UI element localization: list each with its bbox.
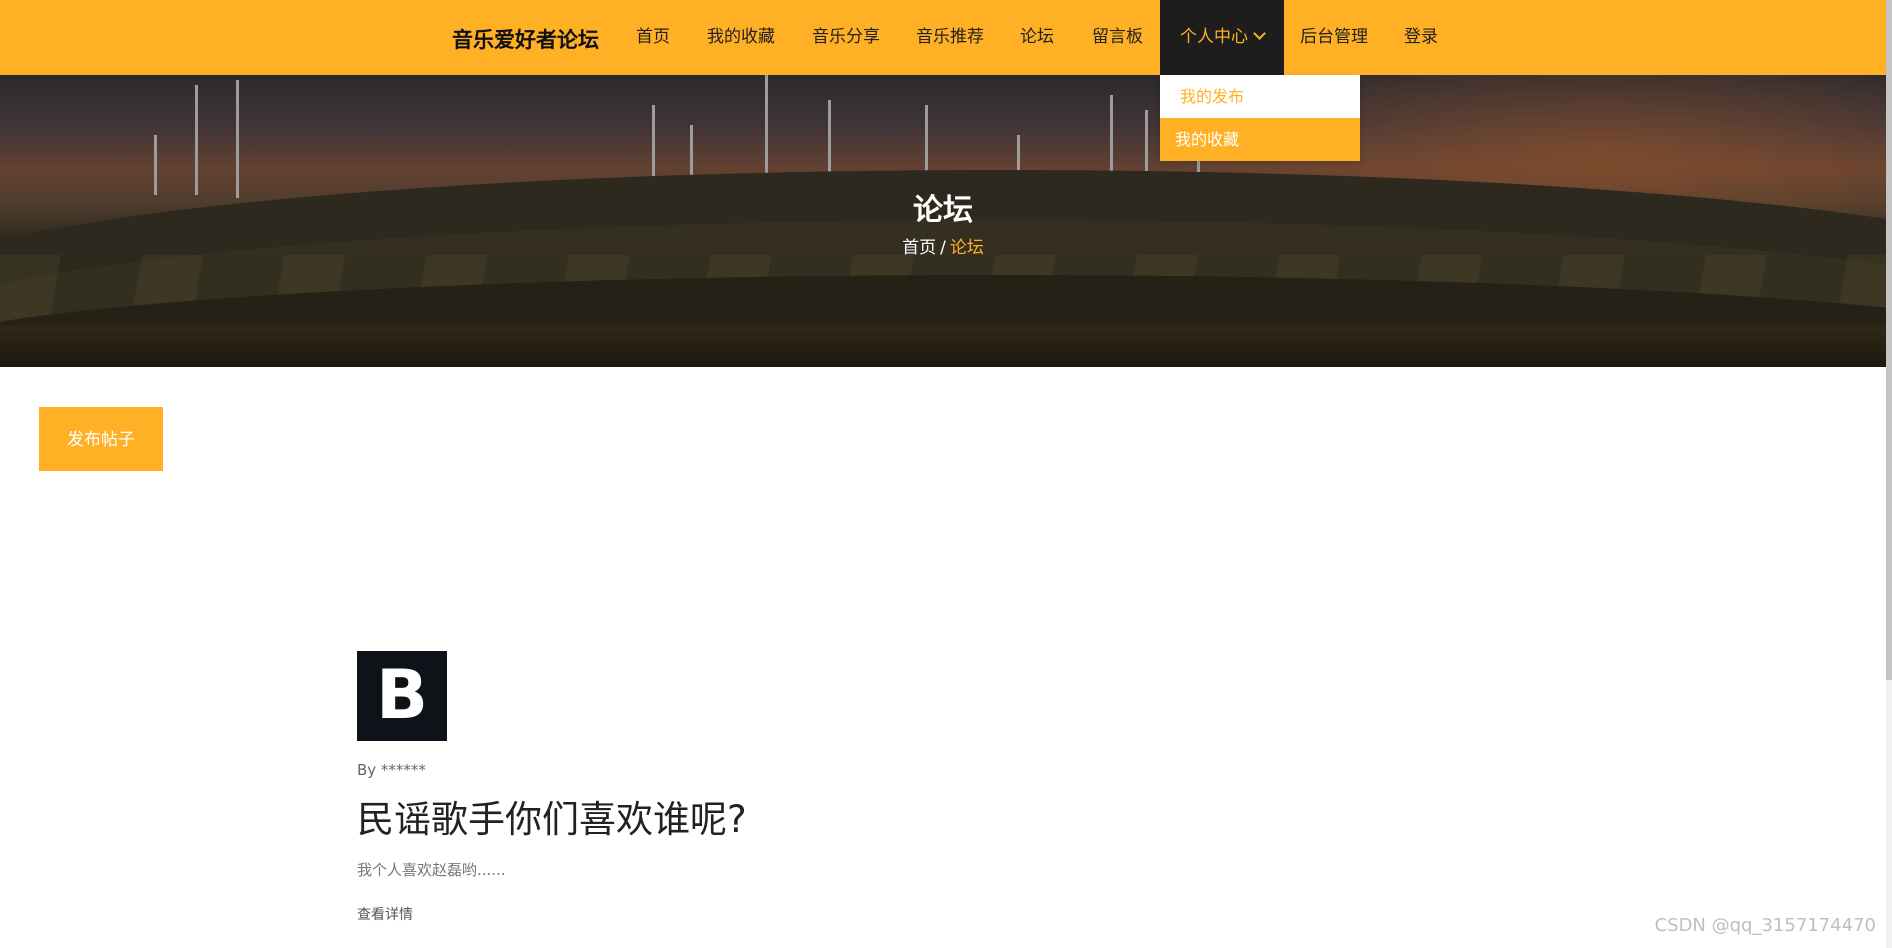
post-thumbnail[interactable]: B — [357, 651, 447, 741]
post-title[interactable]: 民谣歌手你们喜欢谁呢? — [357, 789, 1257, 843]
nav-item-home[interactable]: 首页 — [636, 0, 670, 75]
publish-post-button[interactable]: 发布帖子 — [39, 407, 163, 471]
csdn-watermark: CSDN @qq_3157174470 — [1654, 915, 1876, 936]
nav-item-admin[interactable]: 后台管理 — [1300, 0, 1368, 75]
nav-item-message-board[interactable]: 留言板 — [1092, 0, 1143, 75]
nav-item-personal-center-label: 个人中心 — [1180, 27, 1248, 47]
hero-banner: 论坛 首页 / 论坛 — [0, 75, 1886, 367]
post-card: B By ****** 民谣歌手你们喜欢谁呢? 我个人喜欢赵磊哟...... 查… — [357, 651, 1257, 924]
nav-item-music-share[interactable]: 音乐分享 — [812, 0, 880, 75]
breadcrumb: 首页 / 论坛 — [0, 233, 1886, 258]
dropdown-item-my-favorites[interactable]: 我的收藏 — [1160, 118, 1360, 161]
top-navbar: 音乐爱好者论坛 首页 我的收藏 音乐分享 音乐推荐 论坛 留言板 个人中心 后台… — [0, 0, 1886, 75]
dropdown-item-my-posts[interactable]: 我的发布 — [1160, 75, 1360, 118]
breadcrumb-home-link[interactable]: 首页 — [902, 238, 936, 258]
chevron-down-icon — [1253, 27, 1266, 40]
nav-item-login[interactable]: 登录 — [1404, 0, 1438, 75]
page-title: 论坛 — [913, 193, 973, 228]
view-details-link[interactable]: 查看详情 — [357, 904, 1257, 924]
scrollbar-thumb[interactable] — [1886, 0, 1892, 680]
post-excerpt: 我个人喜欢赵磊哟...... — [357, 861, 506, 879]
breadcrumb-current: 论坛 — [949, 238, 984, 258]
breadcrumb-separator: / — [940, 238, 946, 258]
nav-item-forum[interactable]: 论坛 — [1020, 0, 1054, 75]
nav-item-personal-center[interactable]: 个人中心 — [1160, 0, 1284, 75]
personal-center-dropdown: 我的发布 我的收藏 — [1160, 75, 1360, 161]
nav-item-music-recommend[interactable]: 音乐推荐 — [916, 0, 984, 75]
nav-item-favorites[interactable]: 我的收藏 — [707, 0, 775, 75]
post-author: By ****** — [357, 761, 426, 779]
site-brand[interactable]: 音乐爱好者论坛 — [452, 24, 599, 54]
